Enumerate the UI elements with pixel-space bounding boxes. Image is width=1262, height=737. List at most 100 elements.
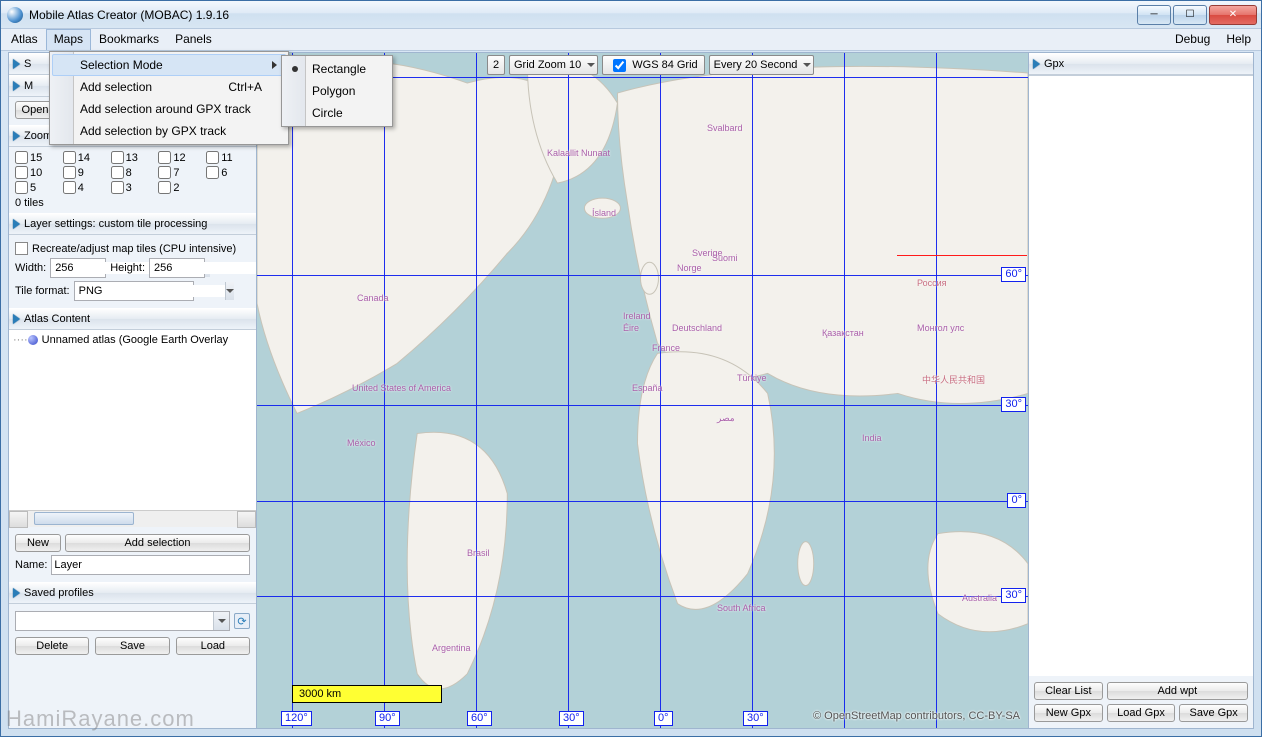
zoom-level-5[interactable]: 5 [15, 181, 59, 194]
menu-debug[interactable]: Debug [1167, 29, 1218, 50]
radio-dot-icon [292, 66, 298, 72]
zoom-level-15[interactable]: 15 [15, 151, 59, 164]
lon-label: 90° [375, 711, 400, 726]
app-icon [7, 7, 23, 23]
grid-line [476, 53, 477, 728]
wgs84-grid-checkbox[interactable]: WGS 84 Grid [602, 55, 704, 75]
subitem-circle[interactable]: Circle [284, 102, 390, 124]
menuitem-label: Selection Mode [80, 58, 163, 72]
menuitem-selection-mode[interactable]: Selection Mode Rectangle Polygon Circle [52, 54, 286, 76]
clear-list-button[interactable]: Clear List [1034, 682, 1103, 700]
zoom-level-9[interactable]: 9 [63, 166, 107, 179]
section-atlas-content[interactable]: Atlas Content [9, 308, 256, 330]
maps-dropdown: Selection Mode Rectangle Polygon Circle … [49, 51, 289, 145]
grid-interval-combo[interactable]: Every 20 Second [709, 55, 815, 75]
grid-line [936, 53, 937, 728]
left-panel: S M Open Zoom Levels 15 14 13 12 11 10 9… [9, 53, 257, 728]
profile-combo[interactable] [15, 611, 230, 631]
zoom-level-14[interactable]: 14 [63, 151, 107, 164]
grid-line [660, 53, 661, 728]
expand-icon [1033, 59, 1040, 69]
zoom-level-11[interactable]: 11 [206, 151, 250, 164]
right-panel: Gpx Clear List Add wpt New Gpx Load Gpx … [1028, 53, 1253, 728]
close-button[interactable]: ✕ [1209, 5, 1257, 25]
lon-label: 30° [743, 711, 768, 726]
recreate-checkbox[interactable] [15, 242, 28, 255]
title-bar[interactable]: Mobile Atlas Creator (MOBAC) 1.9.16 ─ ☐ … [1, 1, 1261, 29]
map-attribution: © OpenStreetMap contributors, CC-BY-SA [813, 710, 1020, 722]
app-window: Mobile Atlas Creator (MOBAC) 1.9.16 ─ ☐ … [0, 0, 1262, 737]
menuitem-add-by-gpx[interactable]: Add selection by GPX track [52, 120, 286, 142]
gpx-list[interactable] [1029, 75, 1253, 676]
profile-load-button[interactable]: Load [176, 637, 250, 655]
new-gpx-button[interactable]: New Gpx [1034, 704, 1103, 722]
grid-line [752, 53, 753, 728]
section-layer-settings[interactable]: Layer settings: custom tile processing [9, 213, 256, 235]
menu-maps[interactable]: Maps [46, 29, 91, 50]
lat-label: 60° [1001, 267, 1026, 282]
zoom-number[interactable]: 2 [487, 55, 505, 75]
world-map-svg [257, 53, 1028, 728]
expand-icon [13, 588, 20, 598]
menu-panels[interactable]: Panels [167, 29, 220, 50]
lon-label: 0° [654, 711, 673, 726]
lon-label: 30° [559, 711, 584, 726]
expand-icon [13, 81, 20, 91]
new-atlas-button[interactable]: New [15, 534, 61, 552]
profile-delete-button[interactable]: Delete [15, 637, 89, 655]
expand-icon [13, 314, 20, 324]
lon-label: 120° [281, 711, 312, 726]
grid-line [568, 53, 569, 728]
zoom-level-12[interactable]: 12 [158, 151, 202, 164]
subitem-rectangle[interactable]: Rectangle [284, 58, 390, 80]
map-viewport[interactable]: 60° 30° 0° 30° 120° 90° 60° 30° 0° 30° C… [257, 53, 1028, 728]
section-gpx[interactable]: Gpx [1029, 53, 1253, 75]
zoom-level-8[interactable]: 8 [111, 166, 155, 179]
lat-label: 30° [1001, 588, 1026, 603]
expand-icon [13, 59, 20, 69]
save-gpx-button[interactable]: Save Gpx [1179, 704, 1248, 722]
section-saved-profiles[interactable]: Saved profiles [9, 582, 256, 604]
zoom-level-4[interactable]: 4 [63, 181, 107, 194]
lon-label: 60° [467, 711, 492, 726]
globe-icon [28, 335, 38, 345]
grid-line [292, 53, 293, 728]
tiles-count: 0 tiles [15, 197, 250, 209]
menuitem-add-selection[interactable]: Add selectionCtrl+A [52, 76, 286, 98]
scale-bar: 3000 km [292, 685, 442, 703]
maximize-button[interactable]: ☐ [1173, 5, 1207, 25]
selection-mode-submenu: Rectangle Polygon Circle [281, 55, 393, 127]
menu-bookmarks[interactable]: Bookmarks [91, 29, 167, 50]
zoom-level-3[interactable]: 3 [111, 181, 155, 194]
grid-zoom-combo[interactable]: Grid Zoom 10 [509, 55, 598, 75]
minimize-button[interactable]: ─ [1137, 5, 1171, 25]
zoom-level-13[interactable]: 13 [111, 151, 155, 164]
zoom-level-2[interactable]: 2 [158, 181, 202, 194]
refresh-icon[interactable]: ⟳ [234, 613, 250, 629]
grid-line [257, 501, 1028, 502]
window-title: Mobile Atlas Creator (MOBAC) 1.9.16 [29, 8, 229, 22]
zoom-grid: 15 14 13 12 11 10 9 8 7 6 5 4 3 2 [15, 151, 250, 194]
load-gpx-button[interactable]: Load Gpx [1107, 704, 1176, 722]
menuitem-add-around-gpx[interactable]: Add selection around GPX track [52, 98, 286, 120]
height-combo[interactable] [149, 258, 205, 278]
zoom-level-7[interactable]: 7 [158, 166, 202, 179]
expand-icon [13, 219, 20, 229]
add-selection-button[interactable]: Add selection [65, 534, 250, 552]
zoom-level-10[interactable]: 10 [15, 166, 59, 179]
tile-format-combo[interactable] [74, 281, 194, 301]
width-combo[interactable] [50, 258, 106, 278]
tree-hscrollbar[interactable] [9, 510, 256, 527]
add-wpt-button[interactable]: Add wpt [1107, 682, 1248, 700]
atlas-tree[interactable]: ····Unnamed atlas (Google Earth Overlay [9, 330, 256, 510]
profile-save-button[interactable]: Save [95, 637, 169, 655]
lat-label: 30° [1001, 397, 1026, 412]
subitem-polygon[interactable]: Polygon [284, 80, 390, 102]
menu-atlas[interactable]: Atlas [3, 29, 46, 50]
zoom-level-6[interactable]: 6 [206, 166, 250, 179]
lat-label: 0° [1007, 493, 1026, 508]
layer-name-input[interactable] [51, 555, 250, 575]
menu-help[interactable]: Help [1218, 29, 1259, 50]
selection-line [897, 255, 1027, 256]
client-area: S M Open Zoom Levels 15 14 13 12 11 10 9… [8, 52, 1254, 729]
